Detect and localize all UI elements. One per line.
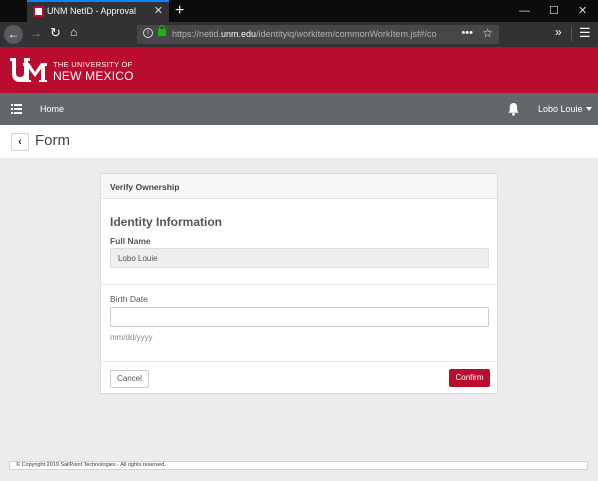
confirm-button[interactable]: Confirm bbox=[449, 369, 490, 387]
brand-header: THE UNIVERSITY OF NEW MEXICO bbox=[0, 47, 598, 93]
hamburger-menu-icon[interactable]: ☰ bbox=[579, 25, 591, 41]
url-text[interactable]: https://netid.unm.edu/identityiq/workite… bbox=[172, 29, 452, 39]
window-close-button[interactable]: ✕ bbox=[578, 0, 587, 22]
nav-home-link[interactable]: Home bbox=[40, 104, 64, 114]
cancel-button[interactable]: Cancel bbox=[110, 370, 149, 388]
page-header: ‹ Form bbox=[0, 125, 598, 158]
birth-date-input[interactable] bbox=[110, 307, 489, 327]
back-button[interactable]: ‹ bbox=[11, 133, 29, 151]
logo-line1: THE UNIVERSITY OF bbox=[53, 60, 133, 69]
user-name: Lobo Louie bbox=[538, 104, 583, 114]
unm-logo[interactable]: THE UNIVERSITY OF NEW MEXICO bbox=[9, 57, 139, 83]
list-menu-icon[interactable] bbox=[11, 104, 22, 114]
forward-arrow-icon[interactable]: → bbox=[30, 26, 42, 40]
full-name-field: Lobo Louie bbox=[110, 248, 489, 268]
window-minimize-button[interactable]: — bbox=[519, 0, 530, 22]
back-arrow-icon[interactable]: ← bbox=[4, 25, 23, 44]
url-bar[interactable]: i https://netid.unm.edu/identityiq/worki… bbox=[137, 25, 499, 44]
info-icon[interactable]: i bbox=[143, 28, 153, 38]
app-navbar: Home Lobo Louie bbox=[0, 93, 598, 125]
page-actions-icon[interactable]: ••• bbox=[461, 27, 473, 39]
caret-down-icon bbox=[585, 107, 592, 111]
browser-tab[interactable]: UNM NetID - Approval ✕ bbox=[27, 0, 169, 22]
section-divider bbox=[101, 284, 497, 285]
birth-date-label: Birth Date bbox=[110, 294, 148, 304]
unm-favicon-icon bbox=[33, 6, 44, 17]
birth-date-format-hint: mm/dd/yyyy bbox=[110, 333, 153, 342]
toolbar-overflow-icon[interactable]: » bbox=[555, 25, 562, 39]
window-maximize-button[interactable]: ☐ bbox=[549, 0, 559, 22]
bell-icon[interactable] bbox=[507, 102, 520, 116]
reload-icon[interactable]: ↻ bbox=[50, 25, 61, 41]
browser-navbar: ← → ↻ ⌂ i https://netid.unm.edu/identity… bbox=[0, 22, 598, 47]
card-footer: Cancel Confirm bbox=[101, 361, 497, 393]
new-tab-button[interactable]: + bbox=[175, 0, 184, 22]
url-path: /identityiq/workitem/commonWorkItem.jsf#… bbox=[256, 29, 437, 39]
lock-icon[interactable] bbox=[158, 25, 166, 36]
tab-title: UNM NetID - Approval bbox=[47, 6, 137, 16]
page-title: Form bbox=[35, 132, 70, 149]
full-name-label: Full Name bbox=[110, 236, 151, 246]
section-title: Identity Information bbox=[110, 215, 222, 229]
home-icon[interactable]: ⌂ bbox=[70, 25, 77, 39]
card-title: Verify Ownership bbox=[110, 182, 180, 192]
unm-logo-mark-icon bbox=[10, 58, 47, 82]
star-icon[interactable]: ☆ bbox=[482, 26, 493, 40]
copyright-text: © Copyright 2019 SailPoint Technologies … bbox=[16, 462, 166, 468]
tab-close-icon[interactable]: ✕ bbox=[154, 4, 163, 17]
logo-line2: NEW MEXICO bbox=[53, 69, 134, 83]
user-menu[interactable]: Lobo Louie bbox=[538, 104, 592, 114]
toolbar-divider bbox=[571, 27, 572, 42]
page-footer: © Copyright 2019 SailPoint Technologies … bbox=[9, 461, 588, 470]
card-header: Verify Ownership bbox=[101, 174, 497, 199]
url-prefix: https://netid. bbox=[172, 29, 222, 39]
url-host: unm.edu bbox=[221, 29, 257, 39]
verify-ownership-card: Verify Ownership Identity Information Fu… bbox=[100, 173, 498, 394]
browser-tabstrip: UNM NetID - Approval ✕ + — ☐ ✕ bbox=[0, 0, 598, 22]
